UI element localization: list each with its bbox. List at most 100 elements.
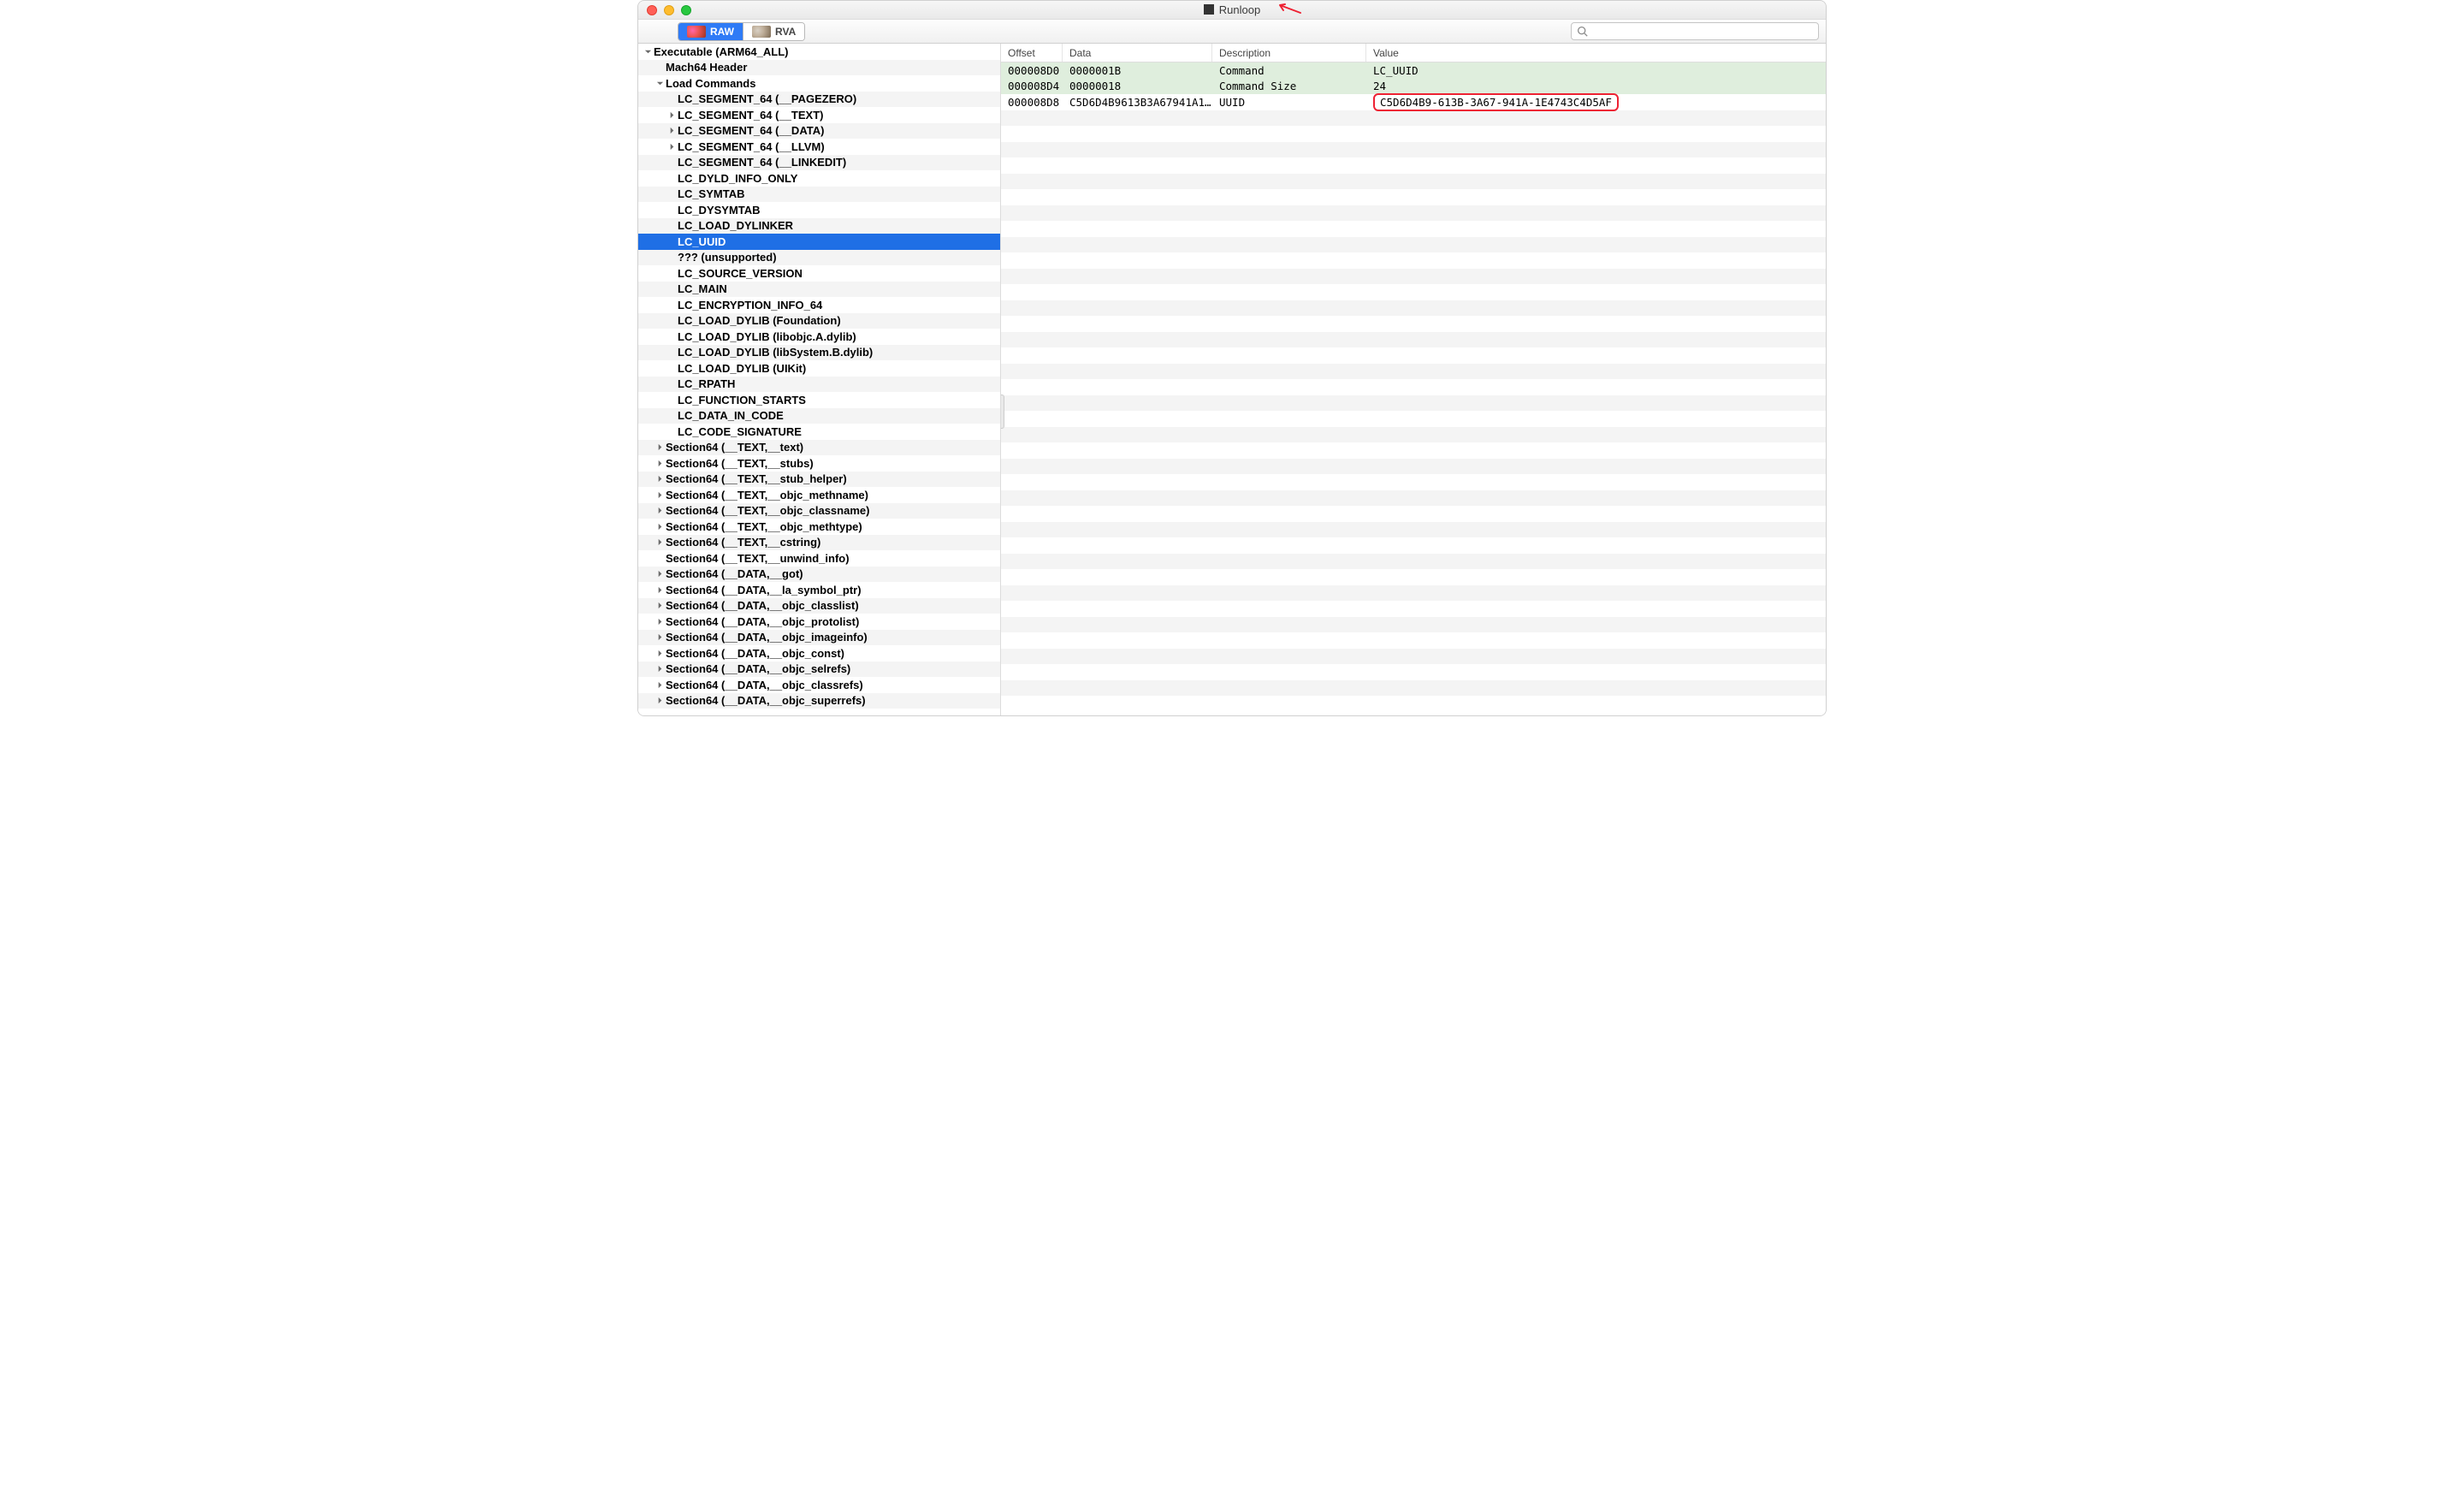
disclosure-triangle-icon[interactable] bbox=[655, 460, 664, 467]
annotation-highlight-box: C5D6D4B9-613B-3A67-941A-1E4743C4D5AF bbox=[1373, 93, 1619, 111]
tree-row-label: Load Commands bbox=[666, 77, 755, 90]
outline-tree: Executable (ARM64_ALL)Mach64 HeaderLoad … bbox=[638, 44, 1000, 709]
col-header-data[interactable]: Data bbox=[1063, 44, 1212, 62]
tree-row[interactable]: LC_CODE_SIGNATURE bbox=[638, 424, 1000, 440]
tree-row[interactable]: Section64 (__DATA,__objc_selrefs) bbox=[638, 662, 1000, 678]
tree-row-label: Section64 (__DATA,__objc_protolist) bbox=[666, 615, 859, 628]
tree-row[interactable]: Section64 (__DATA,__la_symbol_ptr) bbox=[638, 582, 1000, 598]
table-row[interactable]: 000008D00000001BCommandLC_UUID bbox=[1001, 62, 1826, 79]
tree-row[interactable]: Section64 (__TEXT,__objc_classname) bbox=[638, 503, 1000, 519]
tree-row[interactable]: LC_SEGMENT_64 (__TEXT) bbox=[638, 107, 1000, 123]
tree-row[interactable]: Section64 (__TEXT,__cstring) bbox=[638, 535, 1000, 551]
tree-row-label: LC_SEGMENT_64 (__TEXT) bbox=[678, 109, 824, 122]
disclosure-triangle-icon[interactable] bbox=[655, 507, 664, 514]
table-row[interactable]: 000008D8C5D6D4B9613B3A67941A1E4…UUIDC5D6… bbox=[1001, 94, 1826, 110]
table-row bbox=[1001, 189, 1826, 205]
table-row bbox=[1001, 316, 1826, 332]
minimize-icon[interactable] bbox=[664, 5, 674, 15]
tree-row[interactable]: LC_SEGMENT_64 (__PAGEZERO) bbox=[638, 92, 1000, 108]
disclosure-triangle-icon[interactable] bbox=[655, 618, 664, 626]
tree-row[interactable]: LC_SEGMENT_64 (__DATA) bbox=[638, 123, 1000, 139]
tree-row-label: Section64 (__TEXT,__objc_methname) bbox=[666, 489, 868, 501]
window-title: Runloop bbox=[638, 3, 1826, 16]
tree-row[interactable]: Section64 (__DATA,__objc_imageinfo) bbox=[638, 630, 1000, 646]
tree-row[interactable]: LC_SEGMENT_64 (__LINKEDIT) bbox=[638, 155, 1000, 171]
tree-row[interactable]: LC_SEGMENT_64 (__LLVM) bbox=[638, 139, 1000, 155]
tree-row[interactable]: Section64 (__DATA,__objc_classlist) bbox=[638, 598, 1000, 614]
raw-button[interactable]: RAW bbox=[678, 23, 743, 40]
tree-row[interactable]: LC_DYLD_INFO_ONLY bbox=[638, 170, 1000, 187]
search-field[interactable] bbox=[1571, 22, 1819, 40]
tree-row[interactable]: Section64 (__DATA,__objc_superrefs) bbox=[638, 693, 1000, 709]
app-window: Runloop RAW RVA Executable (ARM64_ALL)Ma… bbox=[637, 0, 1827, 716]
table-row bbox=[1001, 269, 1826, 285]
sidebar[interactable]: Executable (ARM64_ALL)Mach64 HeaderLoad … bbox=[638, 44, 1001, 715]
tree-row[interactable]: LC_LOAD_DYLINKER bbox=[638, 218, 1000, 234]
disclosure-triangle-icon[interactable] bbox=[655, 665, 664, 673]
col-header-description[interactable]: Description bbox=[1212, 44, 1366, 62]
tree-row[interactable]: Section64 (__TEXT,__objc_methname) bbox=[638, 487, 1000, 503]
table-row bbox=[1001, 569, 1826, 585]
tree-row[interactable]: LC_LOAD_DYLIB (libobjc.A.dylib) bbox=[638, 329, 1000, 345]
tree-row[interactable]: Section64 (__DATA,__objc_const) bbox=[638, 645, 1000, 662]
annotation-arrow-icon bbox=[1276, 3, 1302, 21]
tree-row[interactable]: Section64 (__DATA,__got) bbox=[638, 567, 1000, 583]
disclosure-triangle-icon[interactable] bbox=[667, 143, 676, 151]
tree-row[interactable]: LC_ENCRYPTION_INFO_64 bbox=[638, 297, 1000, 313]
tree-row[interactable]: Section64 (__DATA,__objc_protolist) bbox=[638, 614, 1000, 630]
tree-row-label: Section64 (__DATA,__objc_imageinfo) bbox=[666, 631, 868, 644]
disclosure-triangle-icon[interactable] bbox=[667, 127, 676, 134]
disclosure-triangle-icon[interactable] bbox=[655, 602, 664, 609]
tree-row[interactable]: LC_LOAD_DYLIB (UIKit) bbox=[638, 360, 1000, 377]
close-icon[interactable] bbox=[647, 5, 657, 15]
disclosure-triangle-icon[interactable] bbox=[655, 697, 664, 704]
tree-row[interactable]: LC_MAIN bbox=[638, 282, 1000, 298]
tree-row[interactable]: Section64 (__TEXT,__text) bbox=[638, 440, 1000, 456]
tree-row[interactable]: LC_UUID bbox=[638, 234, 1000, 250]
tree-row[interactable]: LC_DATA_IN_CODE bbox=[638, 408, 1000, 424]
disclosure-triangle-icon[interactable] bbox=[655, 491, 664, 499]
tree-row[interactable]: Section64 (__TEXT,__stubs) bbox=[638, 455, 1000, 472]
disclosure-triangle-icon[interactable] bbox=[655, 570, 664, 578]
main-panel: Offset Data Description Value 000008D000… bbox=[1001, 44, 1826, 715]
table-row bbox=[1001, 221, 1826, 237]
tree-row-label: Section64 (__DATA,__objc_const) bbox=[666, 647, 844, 660]
disclosure-triangle-icon[interactable] bbox=[655, 633, 664, 641]
zoom-icon[interactable] bbox=[681, 5, 691, 15]
table-row[interactable]: 000008D400000018Command Size24 bbox=[1001, 79, 1826, 95]
tree-row[interactable]: LC_DYSYMTAB bbox=[638, 202, 1000, 218]
disclosure-triangle-icon[interactable] bbox=[655, 681, 664, 689]
tree-row[interactable]: LC_SYMTAB bbox=[638, 187, 1000, 203]
splitter-handle[interactable] bbox=[1001, 395, 1004, 429]
rva-button[interactable]: RVA bbox=[743, 23, 804, 40]
tree-row-label: Section64 (__TEXT,__text) bbox=[666, 441, 803, 454]
tree-row[interactable]: ??? (unsupported) bbox=[638, 250, 1000, 266]
disclosure-triangle-icon[interactable] bbox=[655, 586, 664, 594]
tree-row[interactable]: Section64 (__TEXT,__objc_methtype) bbox=[638, 519, 1000, 535]
disclosure-triangle-icon[interactable] bbox=[655, 538, 664, 546]
disclosure-triangle-icon[interactable] bbox=[655, 443, 664, 451]
col-header-value[interactable]: Value bbox=[1366, 44, 1826, 62]
disclosure-triangle-icon[interactable] bbox=[643, 48, 652, 56]
disclosure-triangle-icon[interactable] bbox=[655, 475, 664, 483]
tree-row[interactable]: Load Commands bbox=[638, 75, 1000, 92]
col-header-offset[interactable]: Offset bbox=[1001, 44, 1063, 62]
tree-row[interactable]: LC_FUNCTION_STARTS bbox=[638, 392, 1000, 408]
tree-row[interactable]: Section64 (__DATA,__objc_classrefs) bbox=[638, 677, 1000, 693]
tree-row-label: Section64 (__DATA,__objc_classlist) bbox=[666, 599, 859, 612]
disclosure-triangle-icon[interactable] bbox=[655, 80, 664, 87]
disclosure-triangle-icon[interactable] bbox=[667, 111, 676, 119]
tree-row[interactable]: LC_LOAD_DYLIB (libSystem.B.dylib) bbox=[638, 345, 1000, 361]
tree-row[interactable]: LC_LOAD_DYLIB (Foundation) bbox=[638, 313, 1000, 329]
tree-row[interactable]: Section64 (__TEXT,__stub_helper) bbox=[638, 472, 1000, 488]
tree-row[interactable]: LC_SOURCE_VERSION bbox=[638, 265, 1000, 282]
disclosure-triangle-icon[interactable] bbox=[655, 650, 664, 657]
tree-row[interactable]: Mach64 Header bbox=[638, 60, 1000, 76]
tree-row[interactable]: Section64 (__TEXT,__unwind_info) bbox=[638, 550, 1000, 567]
tree-row[interactable]: LC_RPATH bbox=[638, 377, 1000, 393]
disclosure-triangle-icon[interactable] bbox=[655, 523, 664, 531]
tree-row[interactable]: Executable (ARM64_ALL) bbox=[638, 44, 1000, 60]
table-row bbox=[1001, 379, 1826, 395]
table-row bbox=[1001, 442, 1826, 459]
search-input[interactable] bbox=[1591, 26, 1813, 38]
